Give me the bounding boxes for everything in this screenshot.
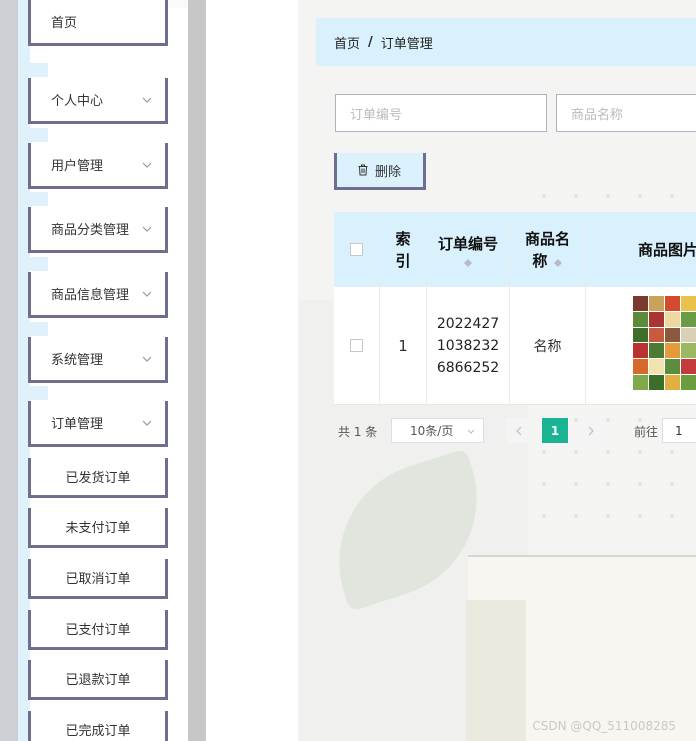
row-index-value: 1 bbox=[398, 336, 408, 355]
delete-button[interactable]: 删除 bbox=[334, 153, 426, 190]
submenu-label: 未支付订单 bbox=[65, 521, 131, 536]
submenu-label: 已完成订单 bbox=[65, 724, 131, 739]
row-select bbox=[334, 287, 380, 404]
menu-item-category-management[interactable]: 商品分类管理 bbox=[28, 192, 168, 253]
menu-accent bbox=[28, 63, 48, 77]
chevron-down-icon bbox=[142, 97, 152, 103]
header-order-number[interactable]: 订单编号 bbox=[427, 212, 510, 287]
page-size-value: 10条/页 bbox=[410, 424, 454, 438]
order-number-line3: 6866252 bbox=[436, 359, 500, 376]
menu-item-home[interactable]: 首页 bbox=[28, 0, 168, 46]
menu-accent bbox=[28, 322, 48, 336]
submenu-item-refunded[interactable]: 已退款订单 bbox=[28, 660, 168, 700]
product-name-placeholder: 商品名称 bbox=[571, 107, 624, 123]
header-index-line2: 引 bbox=[395, 251, 411, 270]
next-page-button[interactable] bbox=[578, 418, 604, 443]
menu-item-label: 用户管理 bbox=[51, 159, 104, 174]
order-number-placeholder: 订单编号 bbox=[350, 107, 403, 123]
chevron-down-icon bbox=[142, 420, 152, 426]
row-index: 1 bbox=[380, 287, 427, 404]
chevron-down-icon bbox=[467, 429, 475, 434]
page-number-button[interactable]: 1 bbox=[542, 418, 568, 443]
row-product-name: 名称 bbox=[510, 287, 586, 404]
submenu-item-shipped[interactable]: 已发货订单 bbox=[28, 458, 168, 498]
product-name-value: 名称 bbox=[533, 338, 562, 355]
product-image-thumbnail[interactable] bbox=[633, 296, 696, 390]
menu-item-label: 系统管理 bbox=[51, 353, 104, 368]
header-order-number-label: 订单编号 bbox=[437, 234, 498, 253]
sort-icon[interactable] bbox=[463, 255, 473, 267]
chevron-right-icon bbox=[588, 426, 594, 435]
table-header: 索 引 订单编号 商品名 称 商品图片 bbox=[334, 212, 696, 287]
menu-accent bbox=[28, 192, 48, 206]
menu-item-label: 商品信息管理 bbox=[51, 288, 130, 303]
breadcrumb-separator: / bbox=[368, 34, 373, 50]
header-product-name-line2-text: 称 bbox=[532, 251, 548, 270]
main-content: 首页 / 订单管理 订单编号 商品名称 删除 索 引 订单编号 商品名 称 商品… bbox=[298, 0, 696, 741]
order-number-line1: 2022427 bbox=[436, 315, 500, 332]
content-gutter bbox=[206, 0, 298, 741]
menu-item-system-management[interactable]: 系统管理 bbox=[28, 322, 168, 383]
pagination: 共 1 条 10条/页 1 前往 1 bbox=[334, 415, 696, 445]
submenu-item-completed[interactable]: 已完成订单 bbox=[28, 711, 168, 741]
sidebar-outer-bg bbox=[0, 0, 18, 741]
submenu-label: 已取消订单 bbox=[65, 572, 131, 587]
menu-accent bbox=[28, 128, 48, 142]
menu-item-label: 商品分类管理 bbox=[51, 223, 130, 238]
watermark: CSDN @QQ_511008285 bbox=[532, 719, 676, 733]
select-all-checkbox[interactable] bbox=[350, 243, 363, 256]
row-checkbox[interactable] bbox=[350, 339, 363, 352]
chevron-down-icon bbox=[142, 291, 152, 297]
menu-item-label: 订单管理 bbox=[51, 417, 104, 432]
prev-page-button[interactable] bbox=[506, 418, 532, 443]
chevron-left-icon bbox=[516, 426, 522, 435]
header-index-line1: 索 bbox=[395, 229, 411, 248]
page-size-select[interactable]: 10条/页 bbox=[391, 418, 484, 443]
chevron-down-icon bbox=[142, 356, 152, 362]
goto-page-value: 1 bbox=[675, 423, 683, 438]
goto-page-input[interactable]: 1 bbox=[662, 418, 696, 443]
pagination-total: 共 1 条 bbox=[338, 425, 378, 439]
submenu-label: 已退款订单 bbox=[65, 673, 131, 688]
order-number-input[interactable]: 订单编号 bbox=[335, 94, 547, 132]
header-product-image-label: 商品图片 bbox=[638, 240, 696, 259]
breadcrumb-home[interactable]: 首页 bbox=[334, 33, 360, 52]
menu-item-order-management[interactable]: 订单管理 bbox=[28, 386, 168, 447]
menu-item-personal-center[interactable]: 个人中心 bbox=[28, 63, 168, 124]
product-name-input[interactable]: 商品名称 bbox=[556, 94, 696, 132]
header-product-name-line2: 称 bbox=[532, 250, 562, 272]
menu-accent bbox=[28, 257, 48, 271]
current-page-number: 1 bbox=[550, 423, 560, 438]
chevron-down-icon bbox=[142, 162, 152, 168]
row-order-number: 2022427 1038232 6866252 bbox=[427, 287, 510, 404]
submenu-item-unpaid[interactable]: 未支付订单 bbox=[28, 508, 168, 548]
menu-accent bbox=[28, 386, 48, 400]
chevron-down-icon bbox=[142, 226, 152, 232]
table-row: 1 2022427 1038232 6866252 名称 bbox=[334, 287, 696, 405]
goto-label: 前往 bbox=[634, 425, 659, 439]
submenu-item-paid[interactable]: 已支付订单 bbox=[28, 610, 168, 650]
scroll-divider bbox=[188, 0, 206, 741]
header-index: 索 引 bbox=[380, 212, 427, 287]
menu-item-user-management[interactable]: 用户管理 bbox=[28, 128, 168, 189]
menu-item-label: 个人中心 bbox=[51, 94, 104, 109]
trash-icon bbox=[358, 164, 368, 176]
header-product-name-line1: 商品名 bbox=[524, 229, 570, 248]
menu-item-product-management[interactable]: 商品信息管理 bbox=[28, 257, 168, 318]
menu-item-label: 首页 bbox=[51, 16, 78, 31]
breadcrumb: 首页 / 订单管理 bbox=[316, 18, 696, 66]
header-product-image: 商品图片 bbox=[586, 212, 696, 287]
breadcrumb-current: 订单管理 bbox=[380, 36, 433, 52]
order-number-line2: 1038232 bbox=[436, 337, 500, 354]
header-product-name[interactable]: 商品名 称 bbox=[510, 212, 586, 287]
sort-icon[interactable] bbox=[553, 255, 563, 267]
submenu-label: 已发货订单 bbox=[65, 471, 131, 486]
submenu-item-cancelled[interactable]: 已取消订单 bbox=[28, 559, 168, 599]
background-vase bbox=[466, 600, 526, 741]
delete-button-label: 删除 bbox=[375, 164, 402, 180]
submenu-label: 已支付订单 bbox=[65, 623, 131, 638]
header-select-all bbox=[334, 212, 380, 287]
